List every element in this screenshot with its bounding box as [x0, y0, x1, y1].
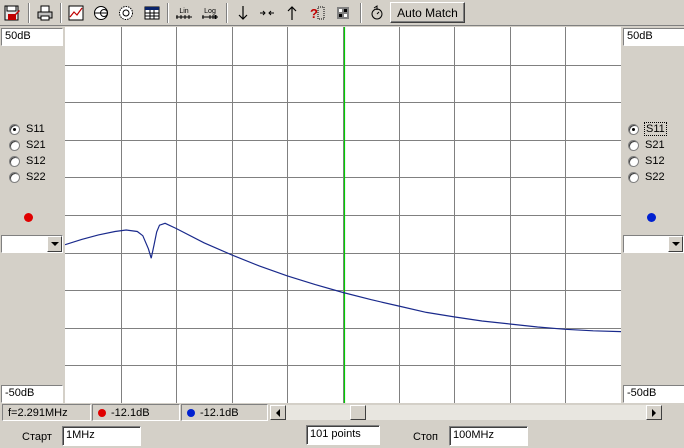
left-marker-readout: -12.1dB	[92, 404, 180, 421]
points-field[interactable]: 101 points	[306, 425, 380, 445]
right-marker-combo[interactable]	[623, 235, 684, 253]
rect-plot-button[interactable]	[65, 2, 87, 24]
start-frequency-field[interactable]: 1MHz	[62, 426, 141, 446]
right-radio-s11[interactable]: S11	[628, 121, 684, 137]
arrow-down-icon	[238, 6, 248, 20]
combo-dropdown-button[interactable]	[47, 236, 62, 252]
radio-button[interactable]	[628, 171, 639, 183]
lin-scale-button[interactable]: Lin	[173, 2, 195, 24]
red-dot-icon	[98, 408, 106, 417]
status-bar: f=2.291MHz -12.1dB -12.1dB	[0, 403, 684, 421]
help-button[interactable]: ?	[306, 2, 328, 24]
frequency-scrollbar[interactable]	[269, 404, 663, 421]
help-icon: ?	[310, 6, 325, 21]
chevron-down-icon	[671, 241, 680, 246]
left-radio-s21[interactable]: S21	[9, 137, 67, 153]
left-bottom-level-field[interactable]: -50dB	[1, 385, 63, 403]
print-icon	[37, 5, 53, 21]
scale-fit-button[interactable]	[256, 2, 278, 24]
stop-label: Стоп	[413, 431, 438, 443]
sweep-settings: Старт 1MHz 101 points Стоп 100MHz	[0, 421, 684, 448]
scroll-right-button[interactable]	[646, 405, 662, 420]
lin-scale-label: Lin	[179, 8, 188, 15]
rect-plot-icon	[68, 5, 84, 21]
radio-button[interactable]	[628, 139, 639, 151]
log-scale-label: Log	[204, 8, 216, 15]
svg-text:?: ?	[310, 6, 318, 21]
lin-scale-icon: Lin	[176, 8, 192, 19]
right-panel: 50dB S11 S21 S12 S22 -50dB	[621, 27, 684, 403]
calibration-icon	[337, 7, 349, 19]
toolbar: Lin Log ? Auto Match	[0, 0, 684, 26]
radio-button[interactable]	[9, 123, 20, 135]
right-marker-value: -12.1dB	[200, 406, 239, 419]
right-top-level-field[interactable]: 50dB	[623, 28, 684, 46]
log-scale-button[interactable]: Log	[199, 2, 221, 24]
chevron-right-icon	[651, 408, 656, 417]
left-radio-s12[interactable]: S12	[9, 153, 67, 169]
scroll-left-button[interactable]	[270, 405, 286, 420]
left-panel: 50dB S11 S21 S12 S22 -50dB	[0, 27, 64, 403]
print-button[interactable]	[34, 2, 56, 24]
right-marker-dot	[647, 213, 656, 222]
blue-dot-icon	[187, 408, 195, 417]
auto-match-button[interactable]: Auto Match	[390, 2, 465, 23]
radio-button[interactable]	[9, 155, 20, 167]
stop-frequency-field[interactable]: 100MHz	[449, 426, 528, 446]
scale-down-button[interactable]	[232, 2, 254, 24]
left-marker-value: -12.1dB	[111, 406, 150, 419]
right-radio-s21[interactable]: S21	[628, 137, 684, 153]
radio-button[interactable]	[9, 171, 20, 183]
table-button[interactable]	[141, 2, 163, 24]
radio-button[interactable]	[628, 155, 639, 167]
chevron-down-icon	[50, 241, 59, 246]
calibration-button[interactable]	[332, 2, 354, 24]
polar-plot-button[interactable]	[115, 2, 137, 24]
right-sparam-radio-group: S11 S21 S12 S22	[628, 121, 684, 185]
left-top-level-field[interactable]: 50dB	[1, 28, 63, 46]
left-marker-combo[interactable]	[1, 235, 63, 253]
reset-button[interactable]	[366, 2, 388, 24]
scale-up-button[interactable]	[281, 2, 303, 24]
radio-button[interactable]	[628, 123, 639, 135]
left-marker-dot	[24, 213, 33, 222]
right-bottom-level-field[interactable]: -50dB	[623, 385, 684, 403]
frequency-value: f=2.291MHz	[8, 406, 68, 419]
radio-button[interactable]	[9, 139, 20, 151]
log-scale-icon: Log	[202, 8, 218, 19]
save-icon	[4, 5, 20, 21]
left-radio-s22[interactable]: S22	[9, 169, 67, 185]
right-radio-s12[interactable]: S12	[628, 153, 684, 169]
polar-plot-icon	[119, 6, 133, 20]
smith-chart-icon	[94, 6, 108, 20]
combo-dropdown-button[interactable]	[668, 236, 683, 252]
left-radio-s11[interactable]: S11	[9, 121, 67, 137]
start-label: Старт	[22, 431, 52, 443]
save-button[interactable]	[1, 2, 23, 24]
s-parameter-chart[interactable]	[65, 27, 621, 403]
plot-area[interactable]	[65, 27, 621, 403]
smith-chart-button[interactable]	[90, 2, 112, 24]
arrows-converge-icon	[260, 10, 274, 16]
frequency-readout: f=2.291MHz	[2, 404, 91, 421]
arrow-up-icon	[287, 6, 297, 20]
left-sparam-radio-group: S11 S21 S12 S22	[9, 121, 67, 185]
right-radio-s22[interactable]: S22	[628, 169, 684, 185]
right-marker-readout: -12.1dB	[181, 404, 268, 421]
reset-icon	[371, 5, 383, 20]
chevron-left-icon	[275, 408, 280, 417]
scroll-thumb[interactable]	[350, 405, 366, 420]
table-icon	[144, 6, 160, 20]
